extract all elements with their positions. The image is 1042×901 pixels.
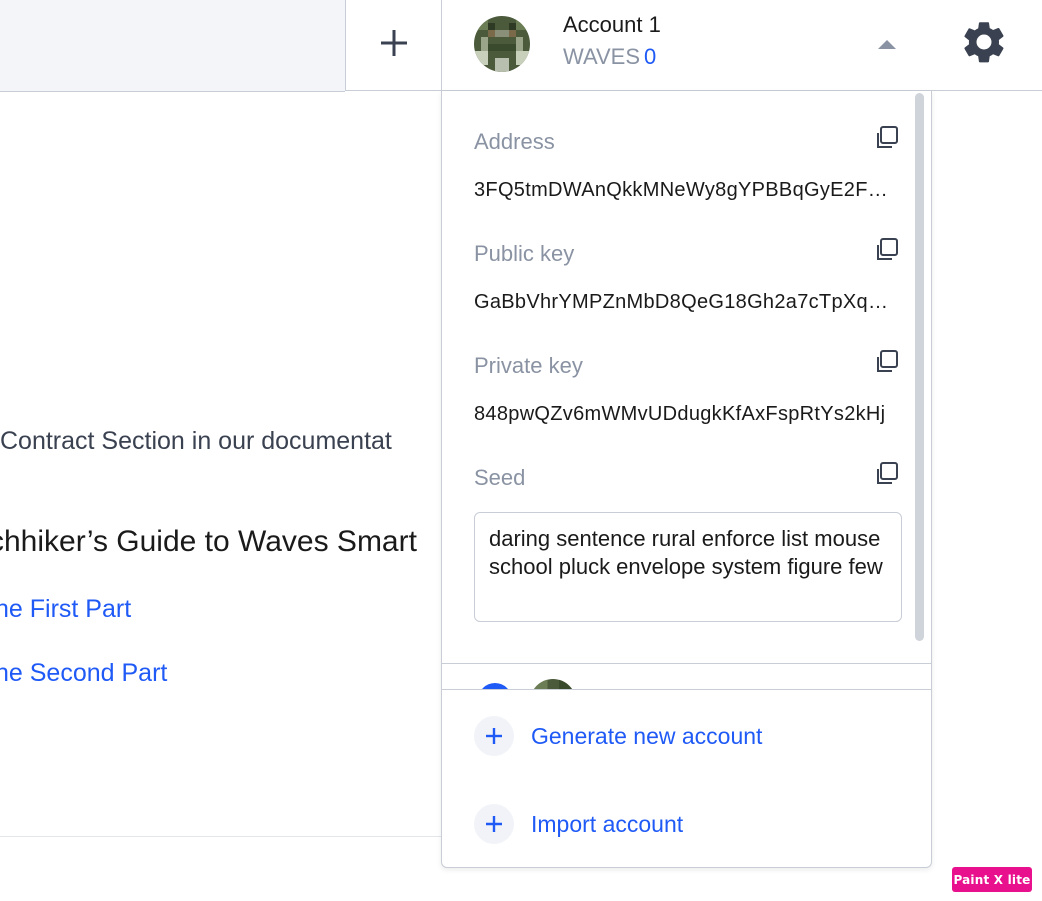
account-switcher[interactable]: Account 1 WAVES 0 xyxy=(441,0,932,91)
copy-icon[interactable] xyxy=(874,349,900,375)
balance-amount: 0 xyxy=(644,44,657,69)
page-link-second-part[interactable]: he Second Part xyxy=(0,659,167,688)
page-guide-heading: chhiker’s Guide to Waves Smart xyxy=(0,525,417,558)
import-account-button[interactable]: Import account xyxy=(474,804,683,844)
divider xyxy=(442,689,931,690)
generate-account-label: Generate new account xyxy=(531,722,763,749)
top-bar xyxy=(0,0,345,92)
gear-icon xyxy=(963,19,1009,72)
plus-icon xyxy=(474,804,514,844)
copy-icon[interactable] xyxy=(874,125,900,151)
copy-icon[interactable] xyxy=(874,237,900,263)
private-key-value: 848pwQZv6mWMvUDdugkKfAxFspRtYs2kHj xyxy=(474,403,886,425)
seed-label: Seed xyxy=(474,465,526,490)
settings-button[interactable] xyxy=(931,0,1042,91)
address-label: Address xyxy=(474,129,555,154)
balance-label: WAVES xyxy=(563,44,641,69)
account-dropdown: Address 3FQ5tmDWAnQkkMNeWy8gYPBBqGyE2Fq7… xyxy=(441,91,932,868)
paint-x-lite-badge: Paint X lite xyxy=(952,867,1032,892)
page-contract-text: Contract Section in our documentat xyxy=(0,427,392,455)
private-key-label: Private key xyxy=(474,353,583,378)
account-balance: WAVES 0 xyxy=(563,44,656,70)
public-key-value: GaBbVhrYMPZnMbD8QeG18Gh2a7cTpXq9wLr xyxy=(474,291,894,313)
caret-up-icon[interactable] xyxy=(878,40,896,49)
address-value: 3FQ5tmDWAnQkkMNeWy8gYPBBqGyE2Fq7xmc xyxy=(474,179,894,201)
account-name: Account 1 xyxy=(563,12,661,37)
copy-icon[interactable] xyxy=(874,461,900,487)
seed-field[interactable]: daring sentence rural enforce list mouse… xyxy=(474,512,902,622)
footer-divider xyxy=(0,836,441,837)
account-list-peek xyxy=(442,663,931,690)
plus-icon xyxy=(474,716,514,756)
generate-account-button[interactable]: Generate new account xyxy=(474,716,762,756)
import-account-label: Import account xyxy=(531,810,684,837)
add-tab-button[interactable] xyxy=(345,0,441,91)
plus-icon xyxy=(379,28,409,63)
avatar xyxy=(474,16,530,72)
page-link-first-part[interactable]: he First Part xyxy=(0,595,131,624)
public-key-label: Public key xyxy=(474,241,575,266)
scrollbar[interactable] xyxy=(915,93,924,641)
